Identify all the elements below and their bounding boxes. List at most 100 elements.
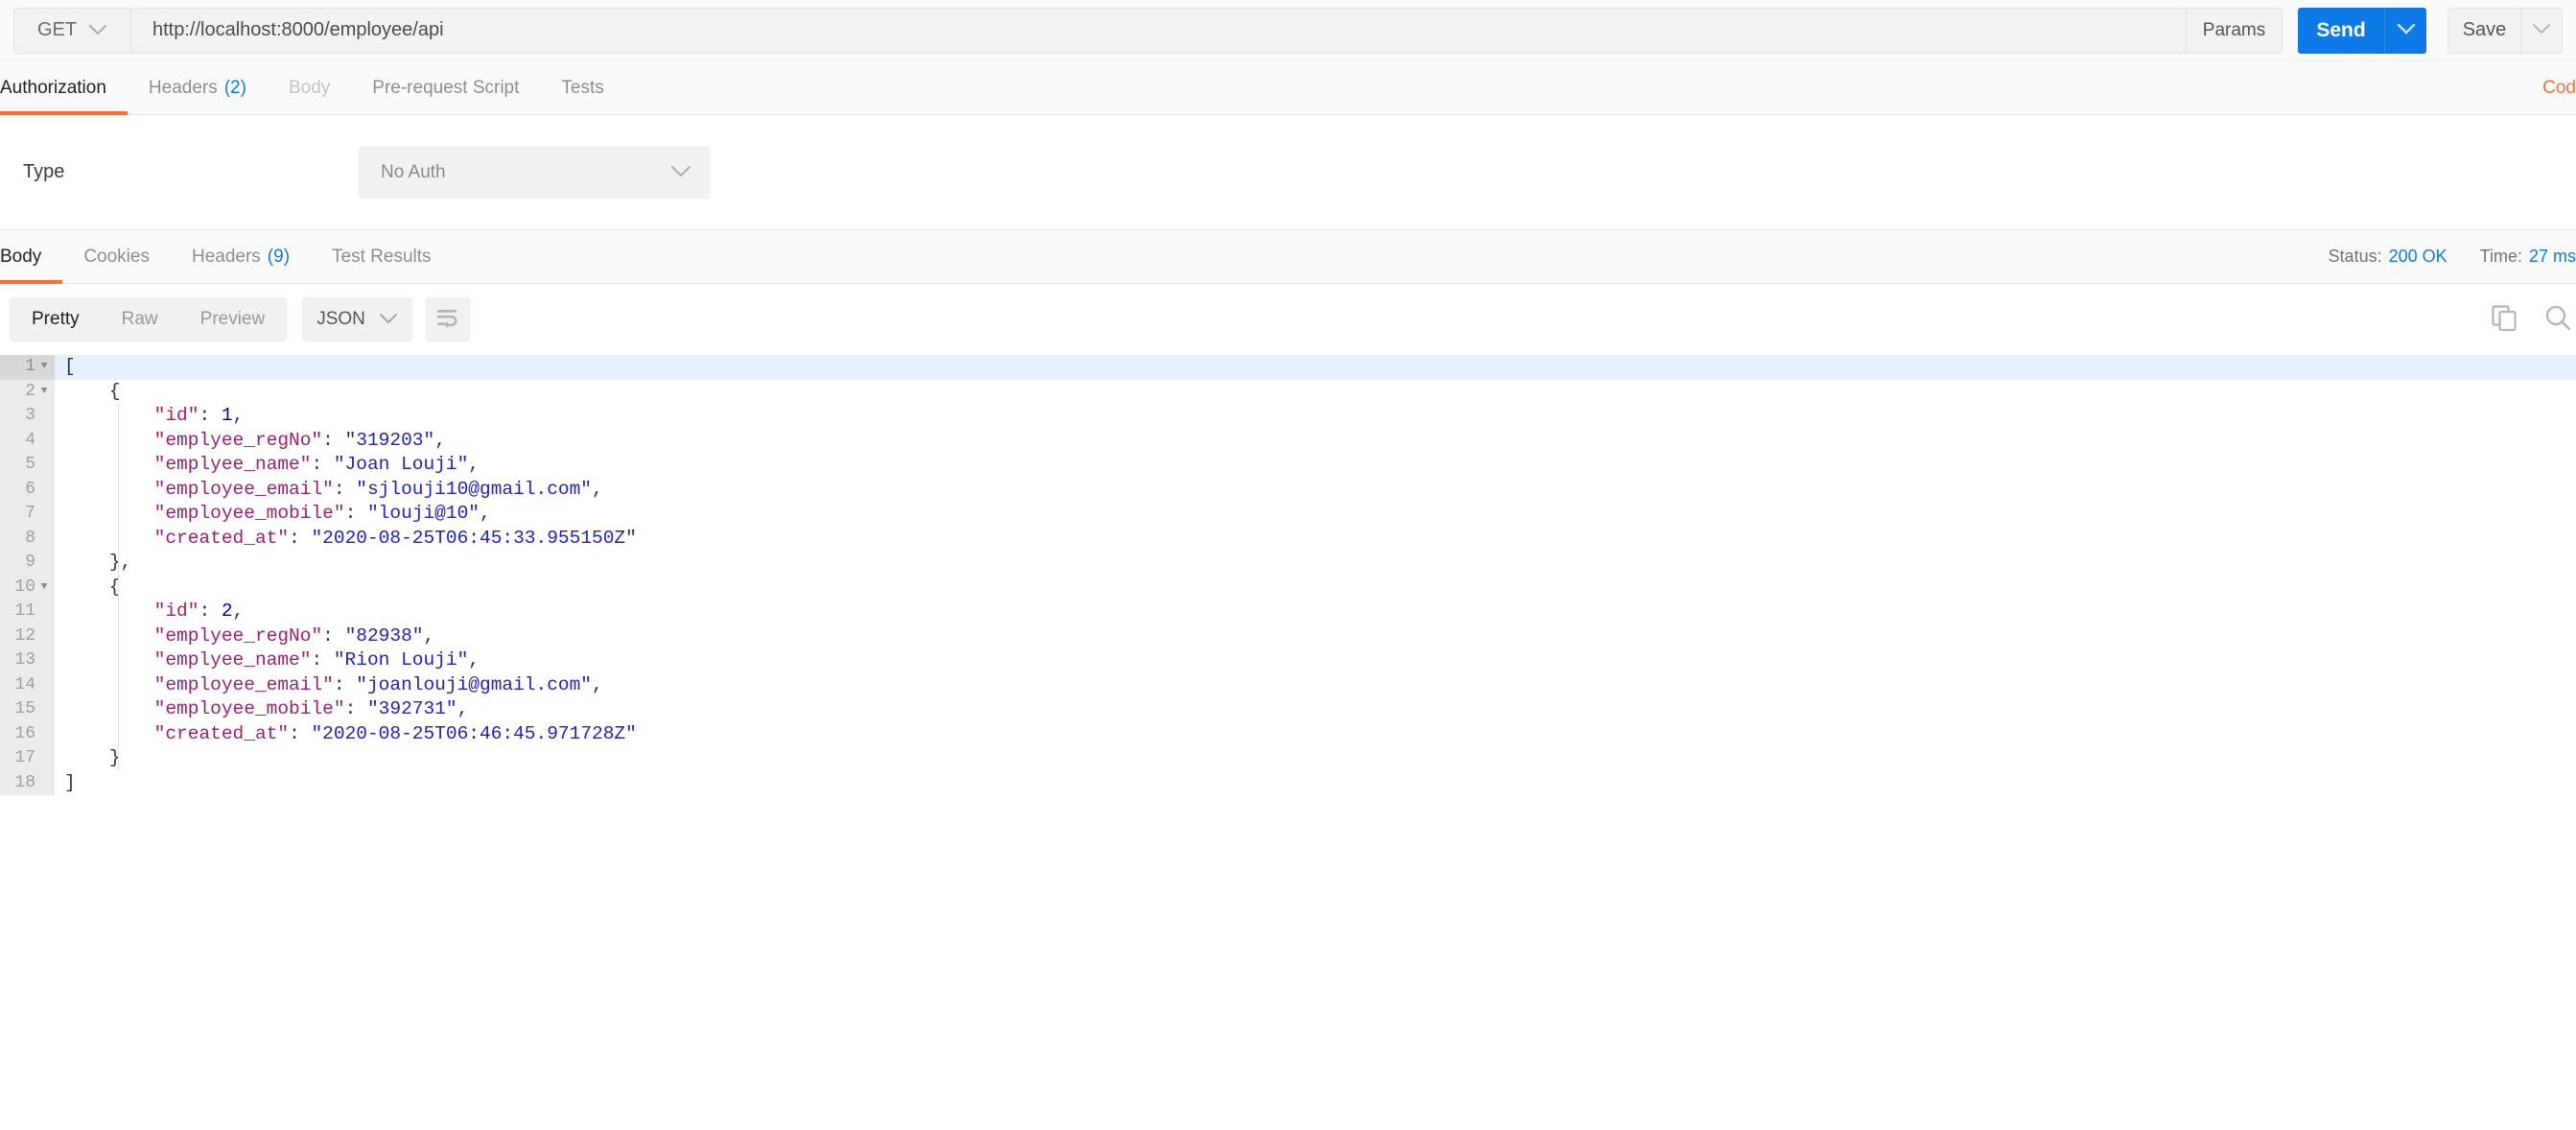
response-body-viewer[interactable]: 1▼[2▼ {3▼ "id": 1,4▼ "emplyee_regNo": "3… [0, 355, 2576, 871]
word-wrap-icon [435, 307, 460, 333]
tab-count-badge: (2) [223, 77, 246, 98]
response-tab-test-results[interactable]: Test Results [311, 230, 452, 283]
http-method-select[interactable]: GET [13, 7, 130, 54]
search-button[interactable] [2543, 303, 2572, 337]
response-format-select[interactable]: JSON [302, 297, 412, 341]
code-line-text: } [55, 746, 2576, 771]
request-tab-headers[interactable]: Headers (2) [128, 61, 268, 114]
line-number: 12▼ [0, 624, 55, 648]
code-line: 12▼ "emplyee_regNo": "82938", [0, 624, 2576, 649]
line-number-label: 7 [25, 504, 35, 523]
response-tab-body[interactable]: Body [0, 230, 63, 284]
code-line: 16▼ "created_at": "2020-08-25T06:46:45.9… [0, 721, 2576, 746]
fold-toggle-icon[interactable]: ▼ [39, 386, 49, 397]
request-tab-pre-request-script[interactable]: Pre-request Script [351, 61, 540, 114]
token-string: "319203" [344, 429, 435, 451]
code-line: 8▼ "created_at": "2020-08-25T06:45:33.95… [0, 526, 2576, 551]
token-punct: : [199, 405, 222, 426]
response-view-preview[interactable]: Preview [179, 298, 287, 341]
token-punct: { [108, 380, 121, 402]
code-line-text: "employee_email": "joanlouji@gmail.com", [55, 673, 2576, 698]
code-line-text: "emplyee_regNo": "82938", [55, 624, 2576, 649]
indent-guide [118, 404, 119, 771]
code-line-text: "id": 1, [55, 404, 2576, 429]
copy-button[interactable] [2490, 303, 2518, 337]
code-line: 2 ▼ { [0, 379, 2576, 404]
response-tab-headers[interactable]: Headers (9) [171, 230, 311, 283]
token-punct: : [289, 527, 312, 549]
line-number: 4▼ [0, 428, 55, 453]
code-line: 11▼ "id": 2, [0, 600, 2576, 624]
code-line: 4▼ "emplyee_regNo": "319203", [0, 428, 2576, 453]
save-options-button[interactable] [2520, 7, 2563, 54]
code-line-text: "employee_mobile": "392731", [55, 697, 2576, 722]
chevron-down-icon [670, 162, 691, 183]
send-options-button[interactable] [2384, 7, 2426, 54]
response-meta: Status: 200 OK Time: 27 ms [2329, 230, 2576, 283]
request-tab-body[interactable]: Body [268, 61, 351, 114]
token-punct: , [232, 405, 245, 426]
line-number-label: 18 [14, 772, 35, 792]
token-punct: }, [108, 552, 132, 573]
tab-label: Tests [561, 77, 604, 98]
code-line: 7▼ "employee_mobile": "louji@10", [0, 502, 2576, 527]
token-string: "82938" [344, 624, 424, 647]
line-number-label: 5 [25, 455, 35, 474]
authorization-panel: Type No Auth [0, 115, 2576, 230]
token-key: "id" [153, 600, 199, 622]
code-lines: 1▼[2▼ {3▼ "id": 1,4▼ "emplyee_regNo": "3… [0, 355, 2576, 795]
line-number: 13▼ [0, 648, 55, 673]
line-number-label: 9 [25, 553, 35, 572]
token-key: "id" [153, 405, 199, 426]
save-button-group: Save [2447, 7, 2563, 54]
response-view-pretty[interactable]: Pretty [11, 298, 101, 341]
send-button[interactable]: Send [2298, 7, 2384, 54]
token-key: "emplyee_regNo" [153, 624, 323, 647]
token-punct: : [199, 600, 222, 622]
fold-toggle-icon[interactable]: ▼ [39, 581, 49, 593]
response-body-toolbar: Pretty Raw Preview JSON [0, 284, 2576, 355]
line-number-label: 17 [14, 748, 35, 767]
line-number: 8▼ [0, 526, 55, 551]
line-number-label: 6 [25, 479, 35, 499]
code-line: 15▼ "employee_mobile": "392731", [0, 697, 2576, 722]
token-number: 2 [221, 600, 233, 622]
view-label: Preview [199, 309, 266, 329]
auth-type-value: No Auth [381, 161, 446, 182]
line-number-label: 10 [14, 577, 35, 597]
auth-type-select[interactable]: No Auth [359, 146, 710, 199]
search-icon [2543, 303, 2572, 337]
line-number: 18▼ [0, 770, 55, 795]
token-punct: : [344, 698, 367, 719]
request-tab-tests[interactable]: Tests [540, 61, 624, 114]
line-number: 7▼ [0, 502, 55, 527]
token-punct: , [468, 454, 480, 475]
response-view-raw[interactable]: Raw [101, 298, 179, 341]
line-number-label: 3 [25, 406, 35, 425]
params-label: Params [2202, 19, 2266, 40]
line-number: 11▼ [0, 600, 55, 624]
token-punct: , [232, 600, 245, 622]
tab-count-badge: (9) [267, 246, 291, 267]
code-link[interactable]: Cod [2542, 61, 2576, 114]
line-number: 1 ▼ [0, 355, 55, 380]
line-number: 2 ▼ [0, 379, 55, 404]
token-key: "employee_mobile" [153, 698, 345, 719]
code-line: 9▼ }, [0, 551, 2576, 576]
request-url-input[interactable]: http://localhost:8000/employee/api [130, 7, 2187, 54]
params-button[interactable]: Params [2187, 7, 2283, 54]
code-line-text: "emplyee_name": "Rion Louji", [55, 648, 2576, 673]
request-tab-authorization[interactable]: Authorization [0, 61, 128, 115]
tab-label: Pre-request Script [372, 77, 520, 98]
word-wrap-toggle-button[interactable] [425, 297, 470, 341]
fold-toggle-icon[interactable]: ▼ [39, 362, 49, 372]
chevron-down-icon [88, 19, 107, 41]
status-value: 200 OK [2388, 247, 2447, 266]
save-button[interactable]: Save [2447, 7, 2520, 54]
code-line: 1 ▼[ [0, 355, 2576, 380]
line-number-label: 16 [14, 723, 35, 743]
response-tab-cookies[interactable]: Cookies [62, 230, 171, 283]
view-label: Raw [121, 309, 158, 329]
line-number: 5▼ [0, 453, 55, 478]
request-url-bar: GET http://localhost:8000/employee/api P… [0, 0, 2576, 61]
